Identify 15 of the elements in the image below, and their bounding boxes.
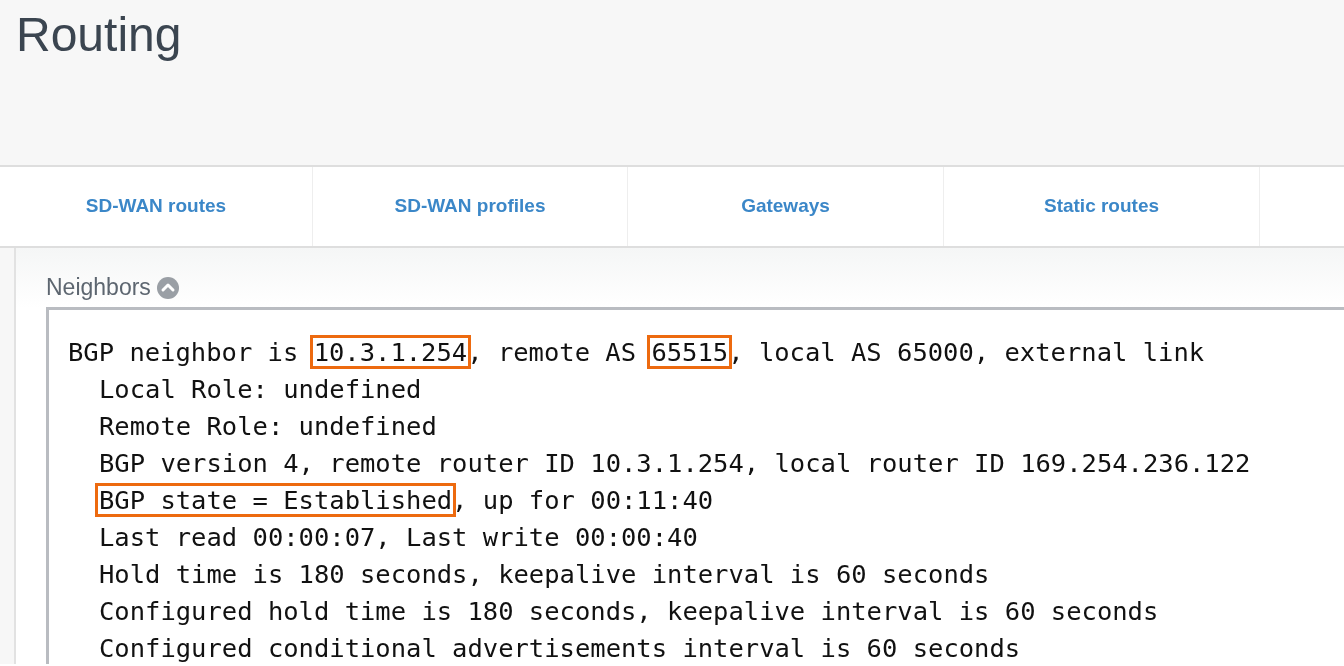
output-line: Configured hold time is 180 seconds, keepalive interval is 60 seconds <box>99 594 1159 628</box>
output-line: Configured conditional advertisements interval is 60 seconds <box>99 631 1021 664</box>
tab[interactable]: Static routes <box>1037 188 1166 225</box>
page-title: Routing <box>16 7 182 63</box>
tab[interactable]: Gateways <box>735 188 836 225</box>
output-line: Remote Role: undefined <box>99 409 437 443</box>
tab[interactable]: SD-WAN routes <box>79 188 233 225</box>
output-line: BGP neighbor is 10.3.1.254, remote AS 65515, local AS 65000, external link <box>68 335 1205 369</box>
collapse-icon[interactable] <box>156 277 179 299</box>
tab[interactable]: SD-WAN profiles <box>388 188 552 225</box>
output-line: Hold time is 180 seconds, keepalive interval is 60 seconds <box>99 557 990 591</box>
output-line: BGP version 4, remote router ID 10.3.1.254, local router ID 169.254.236.122 <box>99 446 1251 480</box>
output-line: Last read 00:00:07, Last write 00:00:40 <box>99 520 698 554</box>
section-title: Neighbors <box>46 273 151 302</box>
output-line: Local Role: undefined <box>99 372 422 406</box>
